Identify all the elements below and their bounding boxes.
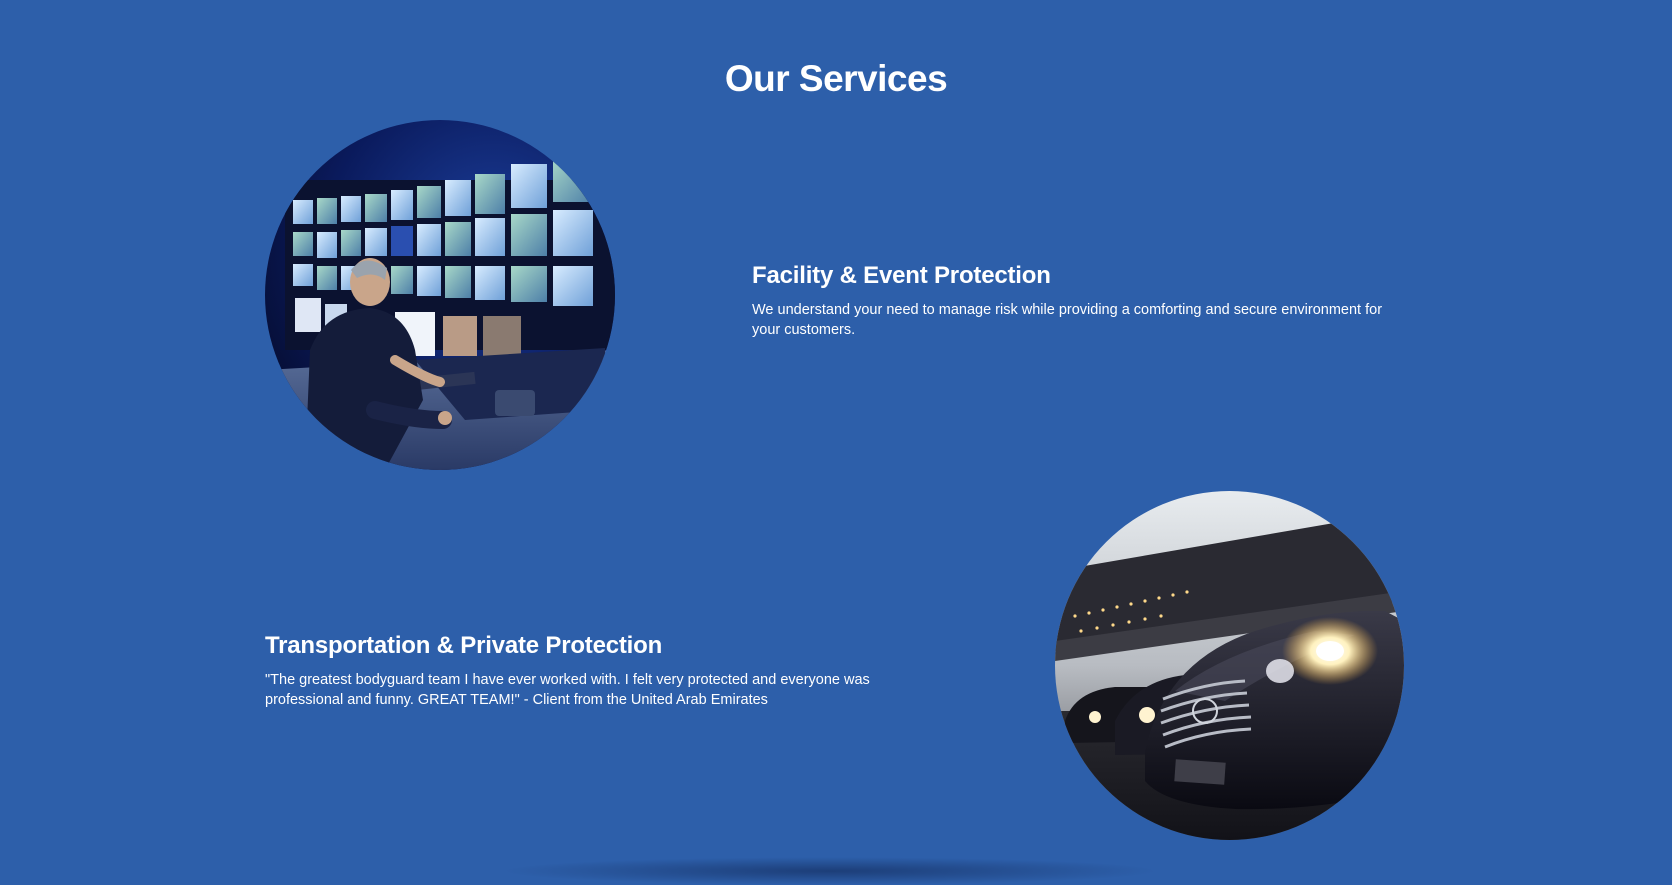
service-description: "The greatest bodyguard team I have ever…	[265, 672, 870, 708]
service-facility-event: Facility & Event Protection We understan…	[752, 262, 1412, 340]
service-transportation-private: Transportation & Private Protection "The…	[265, 632, 885, 710]
surveillance-room-image	[265, 120, 615, 470]
services-section: Our Services Facility & Event Protection…	[0, 0, 1672, 885]
service-title: Facility & Event Protection	[752, 262, 1051, 289]
luxury-cars-image	[1055, 491, 1404, 840]
service-title: Transportation & Private Protection	[265, 632, 663, 659]
service-description: We understand your need to manage risk w…	[752, 302, 1383, 338]
section-bottom-shadow	[500, 857, 1160, 885]
section-title: Our Services	[724, 58, 948, 99]
